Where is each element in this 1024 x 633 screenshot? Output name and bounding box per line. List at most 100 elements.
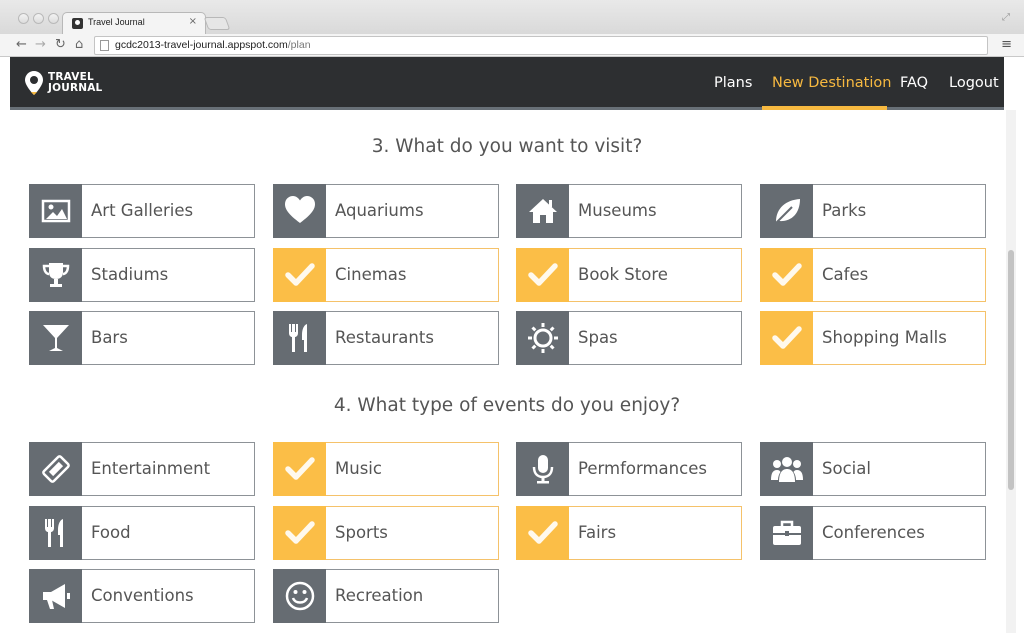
option-label: Stadiums (91, 264, 169, 284)
page-icon (100, 40, 109, 51)
cutlery-icon (29, 505, 82, 560)
zoom-window-button[interactable] (48, 13, 59, 24)
check-icon (273, 247, 326, 302)
url-host: gcdc2013-travel-journal.appspot.com (115, 39, 288, 51)
option-label: Fairs (578, 522, 617, 542)
option-shopping-malls[interactable]: Shopping Malls (760, 311, 986, 365)
plan-content: 3. What do you want to visit? Art Galler… (10, 110, 1004, 633)
logo-line-2: JOURNAL (48, 82, 103, 94)
picture-icon (29, 184, 82, 238)
option-label: Parks (822, 201, 867, 220)
option-aquariums[interactable]: Aquariums (273, 184, 499, 238)
tab-close-icon[interactable]: × (189, 16, 197, 27)
app-header: TRAVEL JOURNAL Plans New Destination FAQ… (10, 57, 1004, 110)
map-pin-logo-icon (25, 71, 43, 95)
url-path: /plan (287, 39, 311, 51)
nav-faq[interactable]: FAQ (900, 75, 928, 91)
events-section-title: 4. What type of events do you enjoy? (333, 395, 681, 416)
megaphone-icon (29, 569, 82, 623)
option-label: Permformances (578, 459, 707, 478)
browser-toolbar: ← → ↻ ⌂ gcdc2013-travel-journal.appspot.… (0, 34, 1024, 57)
option-social[interactable]: Social (760, 442, 986, 496)
favicon-icon (72, 18, 83, 29)
check-icon (516, 247, 569, 302)
option-label: Bars (91, 328, 128, 347)
option-label: Cafes (822, 264, 869, 284)
cocktail-icon (29, 311, 82, 365)
option-label: Museums (578, 201, 657, 220)
option-label: Aquariums (335, 201, 424, 220)
back-arrow-icon[interactable]: ← (16, 37, 27, 53)
microphone-icon (516, 442, 569, 496)
check-icon (273, 505, 326, 560)
page-scrollbar[interactable] (1006, 110, 1016, 633)
nav-logout[interactable]: Logout (949, 75, 999, 91)
cutlery-icon (273, 311, 326, 365)
people-icon (760, 442, 813, 496)
option-restaurants[interactable]: Restaurants (273, 311, 499, 365)
scrollbar-thumb[interactable] (1008, 250, 1014, 490)
visit-section-title: 3. What do you want to visit? (371, 136, 643, 157)
option-label: Restaurants (335, 328, 434, 347)
option-stadiums[interactable]: Stadiums (29, 247, 255, 302)
option-label: Recreation (335, 586, 424, 605)
option-label: Book Store (578, 264, 668, 284)
sun-icon (516, 311, 569, 365)
address-bar[interactable]: gcdc2013-travel-journal.appspot.com/plan (94, 36, 988, 55)
check-icon (760, 311, 813, 365)
briefcase-icon (760, 505, 813, 560)
leaf-icon (760, 184, 813, 238)
browser-titlebar: Travel Journal × ⤢ (0, 0, 1024, 34)
option-music[interactable]: Music (273, 442, 499, 496)
option-label: Spas (578, 328, 618, 347)
option-label: Conventions (91, 586, 194, 605)
option-art-galleries[interactable]: Art Galleries (29, 184, 255, 238)
option-sports[interactable]: Sports (273, 505, 499, 560)
new-tab-button[interactable] (203, 17, 231, 30)
forward-arrow-icon[interactable]: → (35, 37, 46, 53)
option-label: Sports (335, 522, 388, 542)
home-icon (516, 184, 569, 238)
close-window-button[interactable] (18, 13, 29, 24)
option-food[interactable]: Food (29, 505, 255, 560)
reload-icon[interactable]: ↻ (55, 37, 66, 53)
option-entertainment[interactable]: Entertainment (29, 442, 255, 496)
nav-new-destination[interactable]: New Destination (772, 75, 891, 91)
option-label: Music (335, 459, 382, 478)
option-label: Art Galleries (91, 201, 194, 220)
option-bars[interactable]: Bars (29, 311, 255, 365)
logo[interactable]: TRAVEL JOURNAL (48, 72, 102, 94)
option-parks[interactable]: Parks (760, 184, 986, 238)
option-label: Conferences (822, 522, 925, 542)
minimize-window-button[interactable] (33, 13, 44, 24)
url-text: gcdc2013-travel-journal.appspot.com/plan (115, 39, 311, 51)
option-conventions[interactable]: Conventions (29, 569, 255, 623)
smiley-icon (273, 569, 326, 623)
tab-title: Travel Journal (88, 17, 145, 27)
option-cinemas[interactable]: Cinemas (273, 247, 499, 302)
check-icon (273, 442, 326, 496)
check-icon (760, 247, 813, 302)
option-fairs[interactable]: Fairs (516, 505, 742, 560)
option-label: Shopping Malls (822, 328, 947, 347)
option-recreation[interactable]: Recreation (273, 569, 499, 623)
nav-plans[interactable]: Plans (714, 75, 752, 91)
option-spas[interactable]: Spas (516, 311, 742, 365)
browser-tab[interactable]: Travel Journal × (62, 12, 206, 34)
trophy-icon (29, 247, 82, 302)
ticket-icon (29, 442, 82, 496)
option-label: Entertainment (91, 459, 211, 478)
option-conferences[interactable]: Conferences (760, 505, 986, 560)
option-label: Social (822, 459, 871, 478)
heart-icon (273, 184, 326, 238)
option-cafes[interactable]: Cafes (760, 247, 986, 302)
option-book-store[interactable]: Book Store (516, 247, 742, 302)
option-permformances[interactable]: Permformances (516, 442, 742, 496)
fullscreen-icon[interactable]: ⤢ (1002, 12, 1010, 23)
option-label: Food (91, 522, 131, 542)
home-nav-icon[interactable]: ⌂ (75, 37, 83, 53)
option-label: Cinemas (335, 264, 407, 284)
check-icon (516, 505, 569, 560)
option-museums[interactable]: Museums (516, 184, 742, 238)
browser-menu-icon[interactable]: ≡ (1001, 37, 1012, 52)
